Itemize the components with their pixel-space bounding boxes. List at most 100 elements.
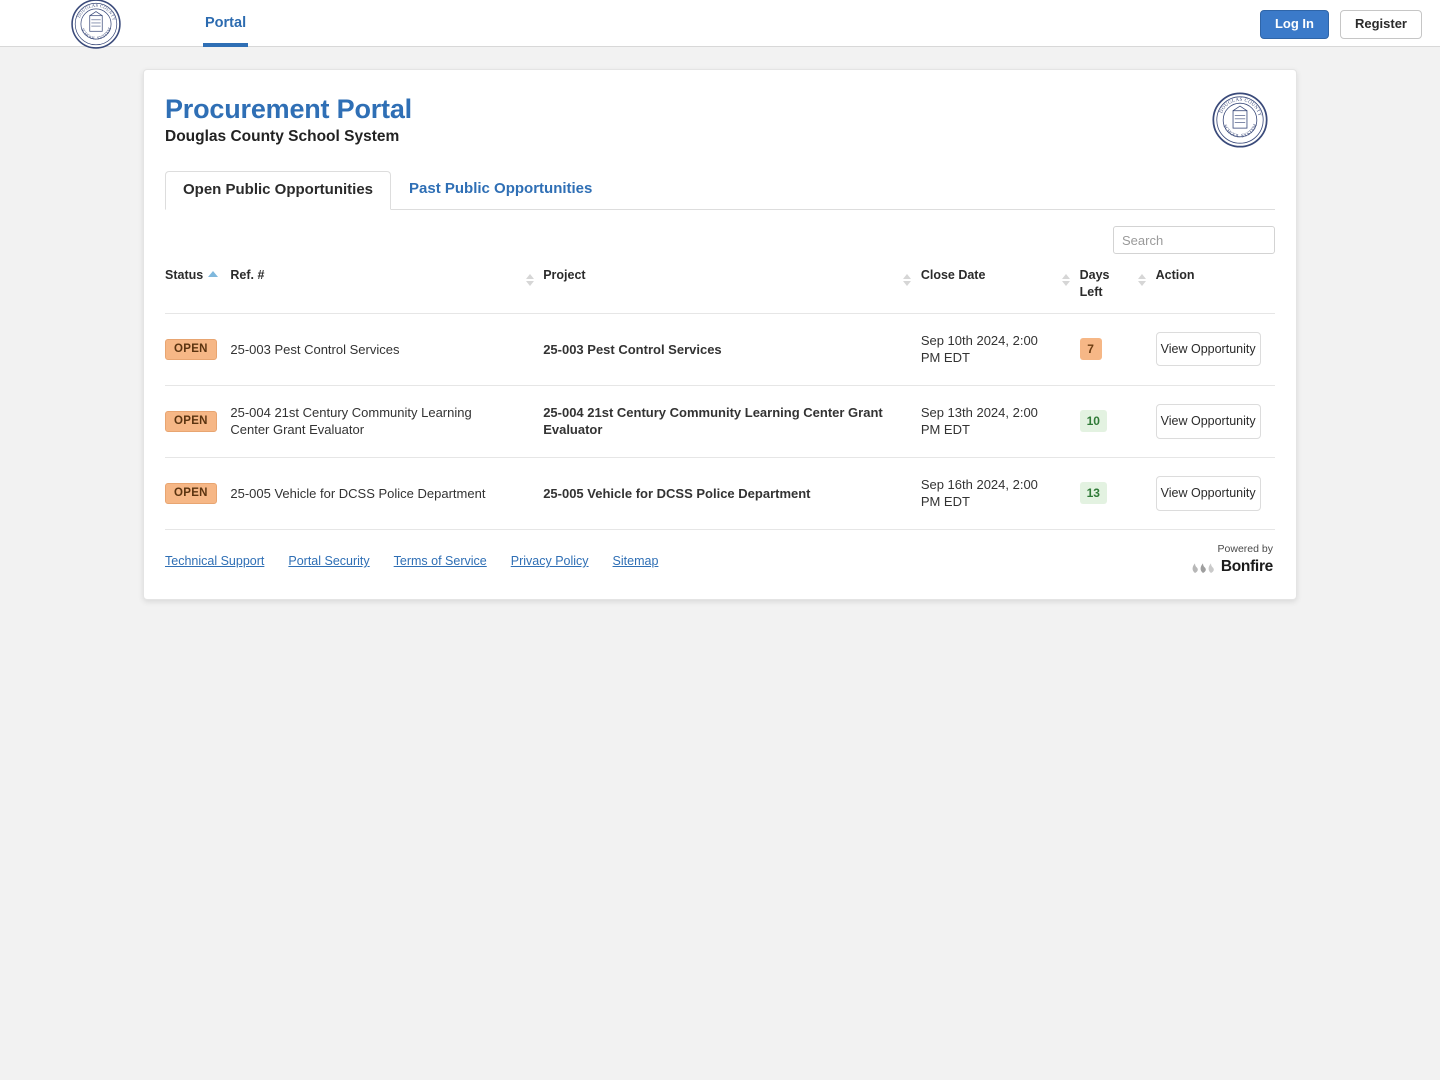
tab-past-public-opportunities[interactable]: Past Public Opportunities — [391, 170, 610, 210]
opportunities-table: Status Ref. # Project Close Date Days Le… — [165, 267, 1275, 530]
bonfire-logo: Bonfire — [1191, 558, 1273, 576]
portal-card: Procurement Portal Douglas County School… — [143, 69, 1297, 601]
view-opportunity-button[interactable]: View Opportunity — [1155, 476, 1261, 511]
footer-link-sitemap[interactable]: Sitemap — [613, 554, 659, 568]
cell-sorter-spacer — [1138, 385, 1156, 457]
school-seal-icon: DOUGLAS COUNTY SCHOOL SYSTEM — [71, 0, 121, 49]
powered-by-label: Powered by — [1217, 543, 1273, 556]
powered-by: Powered by Bonfire — [1191, 544, 1273, 576]
tab-label: Open Public Opportunities — [183, 180, 374, 198]
navbar-actions: Log In Register — [1259, 10, 1422, 40]
cell-sorter-spacer — [1138, 457, 1156, 529]
column-header-project-label: Project — [543, 268, 586, 282]
cell-sorter-spacer — [526, 385, 544, 457]
navbar-links: Portal — [203, 0, 249, 47]
nav-tab-active-underline — [203, 42, 249, 47]
sort-ascending-icon[interactable] — [208, 271, 219, 277]
tab-open-public-opportunities[interactable]: Open Public Opportunities — [165, 170, 392, 210]
cell-status: OPEN — [165, 457, 230, 529]
nav-tab-portal[interactable]: Portal — [203, 0, 249, 47]
column-header-days-left-label: Days Left — [1079, 268, 1110, 299]
cell-days-left: 10 — [1079, 385, 1139, 457]
cell-sorter-spacer — [903, 457, 921, 529]
column-header-days-left[interactable]: Days Left — [1080, 267, 1139, 313]
cell-project: 25-003 Pest Control Services — [543, 341, 722, 357]
cell-sorter-spacer — [903, 385, 921, 457]
cell-project: 25-004 21st Century Community Learning C… — [543, 404, 883, 438]
top-navbar: DOUGLAS COUNTY SCHOOL SYSTEM Portal Log … — [0, 0, 1440, 50]
column-header-close-date[interactable]: Close Date — [921, 267, 1062, 313]
cell-sorter-spacer — [1062, 313, 1080, 385]
cell-action: View Opportunity — [1155, 385, 1275, 457]
cell-action: View Opportunity — [1155, 313, 1275, 385]
column-sorter-project[interactable] — [903, 267, 921, 313]
sort-updown-icon[interactable] — [903, 274, 912, 286]
card-header: Procurement Portal Douglas County School… — [165, 70, 1275, 170]
footer-link-privacy-policy[interactable]: Privacy Policy — [511, 554, 589, 568]
table-body: OPEN 25-003 Pest Control Services 25-003… — [165, 313, 1275, 530]
register-button[interactable]: Register — [1339, 10, 1422, 40]
cell-action: View Opportunity — [1155, 457, 1275, 529]
column-header-ref[interactable]: Ref. # — [230, 267, 525, 313]
cell-sorter-spacer — [1062, 385, 1080, 457]
view-opportunity-button[interactable]: View Opportunity — [1155, 332, 1261, 367]
sort-updown-icon[interactable] — [1138, 274, 1147, 286]
card-footer: Technical Support Portal Security Terms … — [165, 530, 1275, 599]
card-logo: DOUGLAS COUNTY SCHOOL SYSTEM — [1211, 91, 1269, 149]
search-row — [165, 210, 1275, 254]
column-header-action: Action — [1156, 267, 1275, 313]
status-badge: OPEN — [165, 482, 217, 505]
column-header-status-label: Status — [165, 268, 204, 282]
opportunity-tabs: Open Public Opportunities Past Public Op… — [165, 170, 1275, 210]
nav-tab-portal-label: Portal — [205, 15, 247, 31]
page-subtitle: Douglas County School System — [165, 128, 400, 146]
bonfire-flames-icon — [1192, 563, 1214, 574]
login-button[interactable]: Log In — [1259, 10, 1329, 40]
school-seal-icon: DOUGLAS COUNTY SCHOOL SYSTEM — [1212, 92, 1268, 148]
status-badge: OPEN — [165, 338, 217, 361]
column-header-project[interactable]: Project — [543, 267, 903, 313]
column-header-status[interactable]: Status — [165, 267, 230, 313]
cell-close-date: Sep 13th 2024, 2:00 PM EDT — [920, 404, 1038, 438]
cell-sorter-spacer — [1138, 313, 1156, 385]
table-header: Status Ref. # Project Close Date Days Le… — [165, 267, 1275, 313]
cell-ref: 25-003 Pest Control Services — [230, 341, 400, 357]
cell-status: OPEN — [165, 385, 230, 457]
sort-updown-icon[interactable] — [1062, 274, 1071, 286]
cell-sorter-spacer — [903, 313, 921, 385]
sort-updown-icon[interactable] — [525, 274, 534, 286]
days-left-badge: 7 — [1079, 338, 1102, 361]
cell-days-left: 13 — [1079, 457, 1139, 529]
cell-sorter-spacer — [526, 313, 544, 385]
bonfire-wordmark: Bonfire — [1220, 557, 1273, 575]
cell-ref: 25-005 Vehicle for DCSS Police Departmen… — [230, 485, 486, 501]
cell-status: OPEN — [165, 313, 230, 385]
days-left-badge: 13 — [1079, 482, 1107, 505]
cell-close-date: Sep 16th 2024, 2:00 PM EDT — [920, 476, 1038, 510]
cell-close-date: Sep 10th 2024, 2:00 PM EDT — [920, 332, 1038, 366]
page-title: Procurement Portal — [165, 94, 412, 124]
cell-project: 25-005 Vehicle for DCSS Police Departmen… — [543, 485, 811, 501]
tab-label: Past Public Opportunities — [409, 179, 593, 197]
days-left-badge: 10 — [1079, 410, 1107, 433]
cell-sorter-spacer — [526, 457, 544, 529]
view-opportunity-button[interactable]: View Opportunity — [1155, 404, 1261, 439]
column-sorter-ref[interactable] — [525, 267, 544, 313]
search-input[interactable] — [1113, 226, 1275, 254]
footer-links: Technical Support Portal Security Terms … — [165, 554, 658, 568]
table-row: OPEN 25-005 Vehicle for DCSS Police Depa… — [165, 457, 1275, 530]
cell-sorter-spacer — [1062, 457, 1080, 529]
status-badge: OPEN — [165, 410, 217, 433]
cell-ref: 25-004 21st Century Community Learning C… — [230, 404, 472, 438]
table-row: OPEN 25-003 Pest Control Services 25-003… — [165, 313, 1275, 386]
footer-link-portal-security[interactable]: Portal Security — [288, 554, 369, 568]
column-header-ref-label: Ref. # — [230, 268, 265, 282]
footer-link-technical-support[interactable]: Technical Support — [165, 554, 264, 568]
column-sorter-close-date[interactable] — [1062, 267, 1080, 313]
footer-link-terms-of-service[interactable]: Terms of Service — [394, 554, 487, 568]
column-sorter-days-left[interactable] — [1138, 267, 1156, 313]
navbar-logo[interactable]: DOUGLAS COUNTY SCHOOL SYSTEM — [70, 0, 122, 50]
table-header-row: Status Ref. # Project Close Date Days Le… — [165, 267, 1275, 313]
table-row: OPEN 25-004 21st Century Community Learn… — [165, 385, 1275, 458]
column-header-close-date-label: Close Date — [920, 268, 986, 282]
